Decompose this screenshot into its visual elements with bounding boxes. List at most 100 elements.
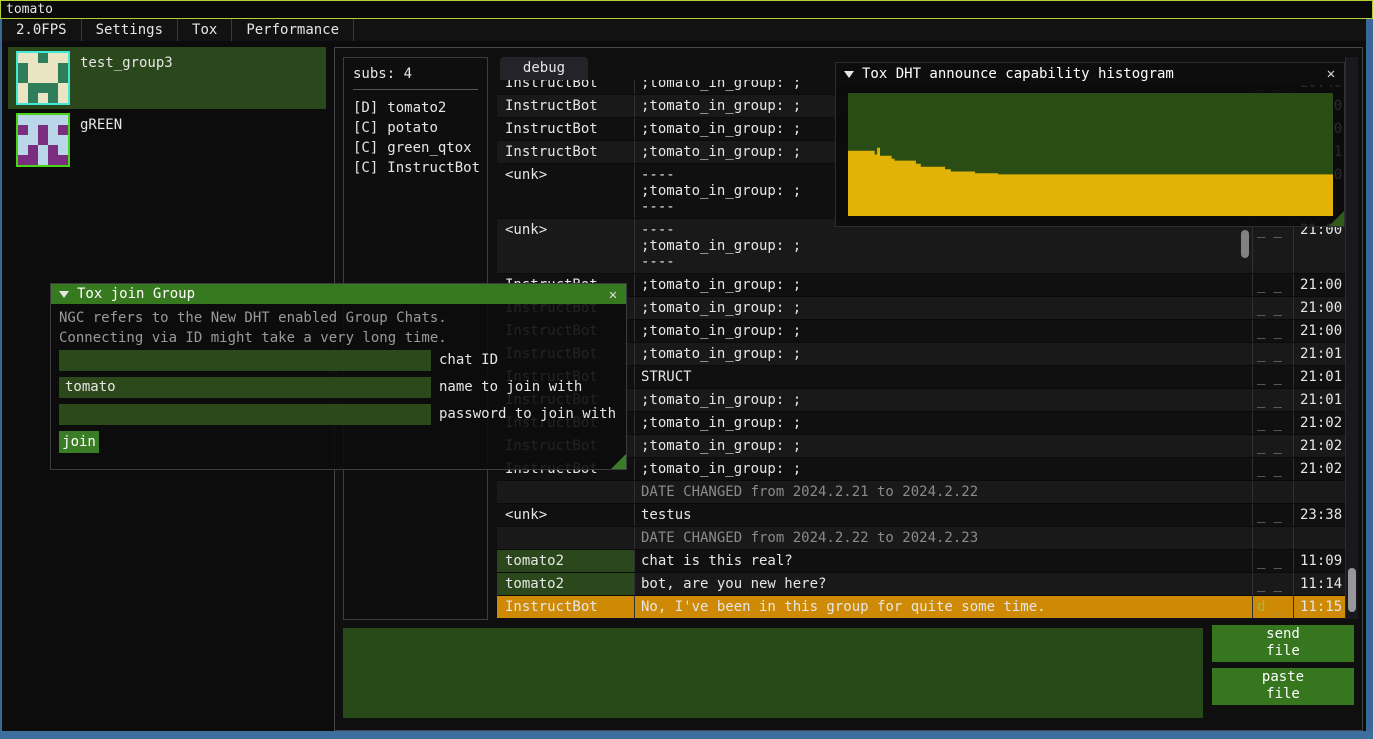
chat-scrollbar-thumb[interactable] xyxy=(1348,568,1356,612)
sender-name: <unk> xyxy=(497,219,635,273)
log-scrollbar-thumb[interactable] xyxy=(1241,230,1249,258)
member-role: [C] xyxy=(353,160,378,176)
timestamp: 21:01 xyxy=(1294,366,1345,388)
time-cell xyxy=(1294,527,1345,549)
flags-cell: __ xyxy=(1253,297,1294,319)
message-flag: _ xyxy=(1257,392,1265,408)
flags-cell: __ xyxy=(1253,343,1294,365)
group-row-test_group3[interactable]: test_group3 xyxy=(8,47,326,109)
collapse-arrow-icon[interactable] xyxy=(844,71,854,78)
menu-item-performance[interactable]: Performance xyxy=(232,19,354,41)
join-button[interactable]: join xyxy=(59,431,99,453)
timestamp: 21:00 xyxy=(1294,219,1345,273)
message-flag: _ xyxy=(1257,277,1265,293)
flags-cell: __ xyxy=(1253,219,1294,273)
message-flag: _ xyxy=(1273,300,1281,316)
menu-item-settings[interactable]: Settings xyxy=(82,19,178,41)
flags-cell: __ xyxy=(1253,389,1294,411)
message-flag: _ xyxy=(1257,507,1265,523)
message-flag: _ xyxy=(1273,415,1281,431)
member-item-InstructBot[interactable]: [C] InstructBot xyxy=(353,158,478,178)
join-field-row: chat ID xyxy=(59,350,619,371)
join-group-window: Tox join Group ✕ NGC refers to the New D… xyxy=(50,283,627,470)
close-icon[interactable]: ✕ xyxy=(1322,65,1340,83)
message-flag: _ xyxy=(1257,323,1265,339)
timestamp: 21:01 xyxy=(1294,343,1345,365)
member-item-tomato2[interactable]: [D]tomato2 xyxy=(353,98,478,118)
fps-indicator: 2.0FPS xyxy=(2,19,82,41)
send-file-button[interactable]: send file xyxy=(1212,625,1354,662)
member-name: InstructBot xyxy=(387,160,480,176)
message-text: ;tomato_in_group: ; xyxy=(635,320,1253,342)
date-change-row: DATE CHANGED from 2024.2.21 to 2024.2.22 xyxy=(497,480,1345,503)
paste-file-button[interactable]: paste file xyxy=(1212,668,1354,705)
tab-debug[interactable]: debug xyxy=(500,57,588,80)
separator xyxy=(353,89,478,90)
date-change-text: DATE CHANGED from 2024.2.21 to 2024.2.22 xyxy=(635,481,1253,503)
join-info-line: Connecting via ID might take a very long… xyxy=(59,330,447,346)
message-text: STRUCT xyxy=(635,366,1253,388)
member-item-green_qtox[interactable]: [C]green_qtox xyxy=(353,138,478,158)
join-info-line: NGC refers to the New DHT enabled Group … xyxy=(59,310,447,326)
message-flag: _ xyxy=(1273,277,1281,293)
flags-cell: __ xyxy=(1253,458,1294,480)
message-flag: _ xyxy=(1257,346,1265,362)
message-flag: _ xyxy=(1273,507,1281,523)
message-flag: _ xyxy=(1257,369,1265,385)
collapse-arrow-icon[interactable] xyxy=(59,291,69,298)
chat-message-row: tomato2chat is this real?__11:09 xyxy=(497,549,1345,572)
group-name: test_group3 xyxy=(80,55,173,71)
join-password-input-label: password to join with xyxy=(439,404,616,425)
member-name: potato xyxy=(387,120,438,136)
timestamp: 11:09 xyxy=(1294,550,1345,572)
message-input[interactable] xyxy=(343,628,1203,718)
flags-cell: __ xyxy=(1253,573,1294,595)
app-screen: tomato 2.0FPS Settings Tox Performance t… xyxy=(0,0,1373,739)
resize-grip[interactable] xyxy=(611,454,626,469)
message-flag: _ xyxy=(1273,576,1281,592)
menu-bar: 2.0FPS Settings Tox Performance xyxy=(2,19,1366,41)
sender-name: InstructBot xyxy=(497,118,635,140)
dht-histogram-titlebar[interactable]: Tox DHT announce capability histogram ✕ xyxy=(836,63,1344,85)
flags-cell: d_ xyxy=(1253,596,1294,618)
member-item-potato[interactable]: [C]potato xyxy=(353,118,478,138)
chat-scrollbar-track[interactable] xyxy=(1345,57,1358,619)
flags-cell: __ xyxy=(1253,320,1294,342)
member-role: [C] xyxy=(353,140,378,156)
sender-name: InstructBot xyxy=(497,80,635,94)
sender-name: <unk> xyxy=(497,164,635,218)
join-group-titlebar[interactable]: Tox join Group ✕ xyxy=(51,284,626,304)
close-icon[interactable]: ✕ xyxy=(604,286,622,304)
chat-id-input-label: chat ID xyxy=(439,350,498,371)
group-row-gREEN[interactable]: gREEN xyxy=(8,109,326,171)
message-flag: _ xyxy=(1273,461,1281,477)
dht-histogram-title: Tox DHT announce capability histogram xyxy=(862,66,1174,82)
flags-cell: __ xyxy=(1253,412,1294,434)
resize-grip[interactable] xyxy=(1329,211,1344,226)
message-flag: _ xyxy=(1273,553,1281,569)
message-flag: _ xyxy=(1257,576,1265,592)
message-flag: _ xyxy=(1257,553,1265,569)
chat-message-row: InstructBotNo, I've been in this group f… xyxy=(497,595,1345,618)
timestamp: 21:00 xyxy=(1294,297,1345,319)
sender-name: InstructBot xyxy=(497,141,635,163)
subs-count: subs: 4 xyxy=(353,66,478,82)
flags-cell: __ xyxy=(1253,366,1294,388)
window-border-left xyxy=(0,19,2,739)
date-change-row: DATE CHANGED from 2024.2.22 to 2024.2.23 xyxy=(497,526,1345,549)
join-password-input[interactable] xyxy=(59,404,431,425)
sender-name: InstructBot xyxy=(497,95,635,117)
message-text: ----;tomato_in_group: ;---- xyxy=(635,219,1253,273)
message-text: ;tomato_in_group: ; xyxy=(635,458,1253,480)
dht-histogram-plot xyxy=(848,93,1333,216)
message-text: ;tomato_in_group: ; xyxy=(635,389,1253,411)
group-avatar xyxy=(16,51,70,105)
menu-item-tox[interactable]: Tox xyxy=(178,19,232,41)
join-name-input[interactable]: tomato xyxy=(59,377,431,398)
message-flag: _ xyxy=(1273,323,1281,339)
chat-message-row: <unk>testus__23:38 xyxy=(497,503,1345,526)
window-border-bottom xyxy=(0,731,1373,739)
chat-id-input[interactable] xyxy=(59,350,431,371)
message-flag: _ xyxy=(1273,346,1281,362)
timestamp: 11:15 xyxy=(1294,596,1345,618)
